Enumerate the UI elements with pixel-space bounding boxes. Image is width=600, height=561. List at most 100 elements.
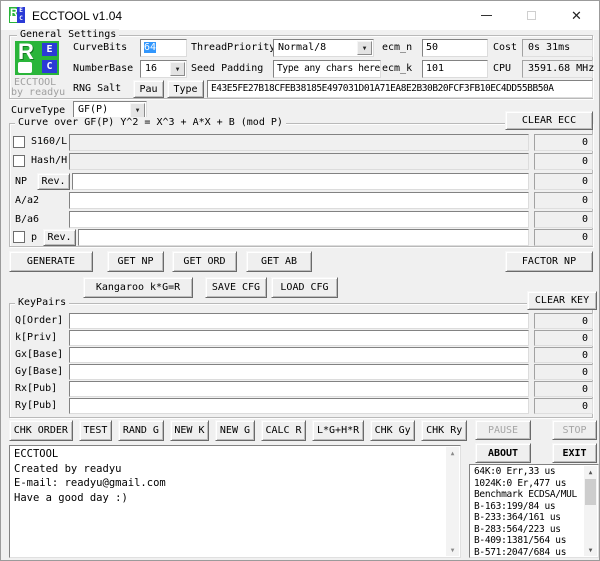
minimize-icon (481, 15, 492, 16)
pause-rng-button[interactable]: Pau (133, 80, 164, 98)
ecctool-window: R E C ECCTOOL v1.04 ✕ General Settings R… (0, 0, 600, 561)
curvetype-value: GF(P) (78, 104, 108, 115)
rx-pub-counter: 0 (534, 381, 593, 397)
bottom-button-row: CHK ORDER TEST RAND G NEW K NEW G CALC R… (9, 420, 467, 441)
titlebar: R E C ECCTOOL v1.04 ✕ (1, 1, 599, 30)
app-icon: R E C (9, 7, 25, 23)
a-counter: 0 (534, 192, 593, 209)
logo-c: C (42, 60, 57, 73)
numberbase-select[interactable]: 16 ▼ (140, 60, 187, 78)
np-label: NP (15, 176, 27, 187)
close-button[interactable]: ✕ (554, 1, 599, 30)
curvebits-label: CurveBits (73, 42, 127, 53)
factor-np-button[interactable]: FACTOR NP (505, 251, 593, 272)
minimize-button[interactable] (464, 1, 509, 30)
exit-button[interactable]: EXIT (552, 443, 597, 463)
calc-r-button[interactable]: CALC R (261, 420, 307, 441)
s160-checkbox[interactable] (13, 136, 25, 148)
curvebits-input[interactable]: 64 (140, 39, 187, 57)
close-icon: ✕ (571, 9, 582, 22)
ecm-n-label: ecm_n (382, 42, 412, 53)
benchmark-scrollbar[interactable]: ▲ ▼ (584, 466, 597, 556)
a-field[interactable] (69, 192, 529, 209)
threadpriority-label: ThreadPriority (191, 42, 275, 53)
scroll-up-icon[interactable]: ▲ (446, 447, 459, 459)
keypairs-groupbox-title: KeyPairs (15, 297, 69, 308)
new-k-button[interactable]: NEW K (170, 420, 210, 441)
np-rev-button[interactable]: Rev. (37, 173, 70, 190)
seedpadding-label: Seed Padding (191, 63, 263, 74)
gy-base-counter: 0 (534, 364, 593, 380)
scroll-down-icon[interactable]: ▼ (584, 544, 597, 556)
scrollbar-thumb[interactable] (585, 479, 596, 505)
p-rev-button[interactable]: Rev. (43, 229, 76, 246)
ecm-k-input[interactable]: 101 (422, 60, 488, 78)
app-icon-white-block (10, 16, 17, 22)
maximize-button (509, 1, 554, 30)
window-controls: ✕ (464, 1, 599, 30)
clear-key-button[interactable]: CLEAR KEY (527, 291, 597, 310)
log-scrollbar[interactable]: ▲ ▼ (446, 447, 459, 556)
clear-ecc-button[interactable]: CLEAR ECC (505, 111, 593, 130)
gy-base-field[interactable] (69, 364, 529, 380)
q-order-field[interactable] (69, 313, 529, 329)
rngsalt-input[interactable]: E43E5FE27B18CFEB38185E497031D01A71EA8E2B… (207, 80, 593, 98)
generate-button[interactable]: GENERATE (9, 251, 93, 272)
k-priv-label: k[Priv] (15, 332, 57, 343)
lg-hr-button[interactable]: L*G+H*R (312, 420, 364, 441)
ecm-n-input[interactable]: 50 (422, 39, 488, 57)
cost-value: 0s 31ms (522, 39, 593, 57)
ecm-k-label: ecm_k (382, 63, 412, 74)
load-cfg-button[interactable]: LOAD CFG (271, 277, 338, 298)
p-checkbox[interactable] (13, 231, 25, 243)
p-counter: 0 (534, 229, 593, 246)
app-icon-e: E (17, 7, 25, 15)
scroll-down-icon[interactable]: ▼ (446, 544, 459, 556)
hash-field[interactable] (69, 153, 529, 170)
dropdown-arrow-icon[interactable]: ▼ (357, 41, 372, 55)
s160-field[interactable] (69, 134, 529, 151)
general-settings-title: General Settings (17, 29, 119, 40)
b-field[interactable] (69, 211, 529, 228)
curvebits-value: 64 (144, 42, 156, 53)
type-rng-button[interactable]: Type (167, 80, 204, 98)
chk-order-button[interactable]: CHK ORDER (9, 420, 73, 441)
log-textarea[interactable]: ECCTOOL Created by readyu E-mail: readyu… (9, 445, 461, 558)
curve-groupbox-title: Curve over GF(P) Y^2 = X^3 + A*X + B (mo… (15, 117, 286, 128)
rx-pub-field[interactable] (69, 381, 529, 397)
ry-pub-counter: 0 (534, 398, 593, 414)
get-ord-button[interactable]: GET ORD (172, 251, 237, 272)
kangaroo-button[interactable]: Kangaroo k*G=R (83, 277, 193, 298)
k-priv-field[interactable] (69, 330, 529, 346)
curvetype-label: CurveType (11, 105, 65, 116)
stop-button: STOP (552, 420, 597, 440)
logo-byline: by readyu (11, 87, 65, 98)
p-field[interactable] (78, 229, 529, 246)
threadpriority-select[interactable]: Normal/8 ▼ (273, 39, 374, 57)
chk-ry-button[interactable]: CHK Ry (421, 420, 467, 441)
hash-checkbox[interactable] (13, 155, 25, 167)
scroll-up-icon[interactable]: ▲ (584, 466, 597, 478)
save-cfg-button[interactable]: SAVE CFG (205, 277, 267, 298)
chk-gy-button[interactable]: CHK Gy (370, 420, 416, 441)
pause-button: PAUSE (475, 420, 531, 440)
numberbase-value: 16 (145, 63, 157, 74)
benchmark-textarea[interactable]: 64K:0 Err,33 us 1024K:0 Er,477 us Benchm… (469, 464, 599, 558)
numberbase-label: NumberBase (73, 63, 133, 74)
dropdown-arrow-icon[interactable]: ▼ (170, 62, 185, 76)
ry-pub-field[interactable] (69, 398, 529, 414)
test-button[interactable]: TEST (79, 420, 113, 441)
gx-base-field[interactable] (69, 347, 529, 363)
benchmark-text: 64K:0 Err,33 us 1024K:0 Er,477 us Benchm… (474, 466, 577, 558)
threadpriority-value: Normal/8 (278, 42, 326, 53)
client-area: General Settings R E C ECCTOOL by readyu… (1, 30, 599, 560)
np-field[interactable] (72, 173, 529, 190)
new-g-button[interactable]: NEW G (215, 420, 255, 441)
get-ab-button[interactable]: GET AB (246, 251, 312, 272)
about-button[interactable]: ABOUT (475, 443, 531, 463)
rand-g-button[interactable]: RAND G (118, 420, 164, 441)
dropdown-arrow-icon[interactable]: ▼ (130, 103, 145, 118)
seedpadding-input[interactable]: Type any chars here (273, 60, 381, 78)
cpu-value: 3591.68 MHz (522, 60, 593, 78)
get-np-button[interactable]: GET NP (107, 251, 164, 272)
